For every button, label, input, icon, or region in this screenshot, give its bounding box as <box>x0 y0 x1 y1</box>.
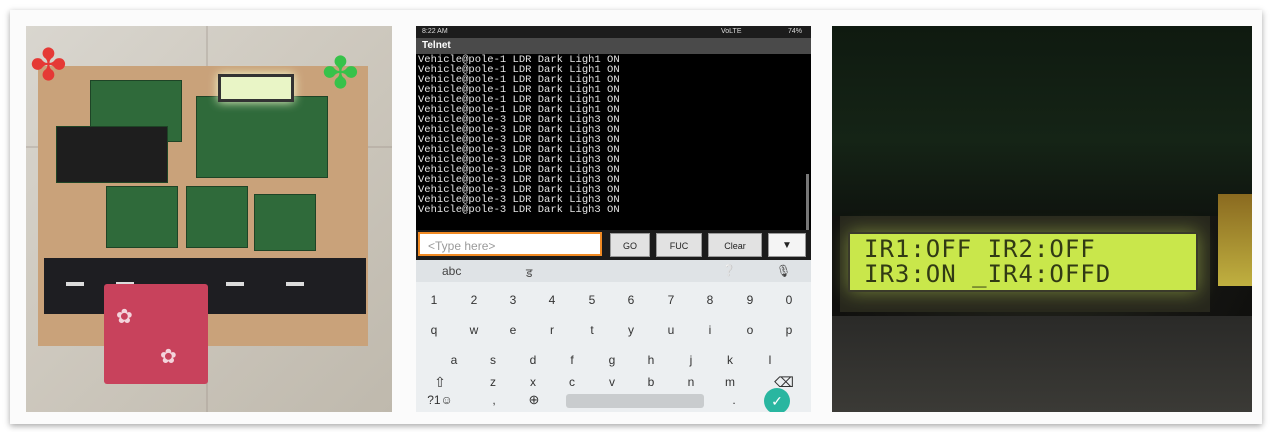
key-q[interactable]: q <box>416 318 452 342</box>
space-key[interactable] <box>566 394 704 408</box>
command-input[interactable]: <Type here> <box>418 232 602 256</box>
key-n[interactable]: n <box>673 370 709 394</box>
help-icon[interactable]: ❔ <box>722 264 736 277</box>
lcd-display: IR1:OFF IR2:OFF IR3:ON _IR4:OFFD <box>848 232 1198 292</box>
key-9[interactable]: 9 <box>732 288 768 312</box>
telnet-console[interactable]: Vehicle@pole-1 LDR Dark Ligh1 ON Vehicle… <box>416 54 811 234</box>
key-6[interactable]: 6 <box>613 288 649 312</box>
road-marking <box>66 282 84 286</box>
key-f[interactable]: f <box>554 348 590 372</box>
key-c[interactable]: c <box>554 370 590 394</box>
globe-icon[interactable]: ⊕ <box>516 388 552 412</box>
key-j[interactable]: j <box>673 348 709 372</box>
chevron-down-icon[interactable]: ▼ <box>768 233 806 257</box>
flower-icon: ✿ <box>116 306 133 328</box>
lcd-line-1: IR1:OFF IR2:OFF <box>864 235 1096 263</box>
key-r[interactable]: r <box>534 318 570 342</box>
app-title: Telnet <box>422 40 451 51</box>
road-marking <box>226 282 244 286</box>
key-y[interactable]: y <box>613 318 649 342</box>
phone-screenshot: 8:22 AM VoLTE 74% Telnet Vehicle@pole-1 … <box>416 26 811 412</box>
symbols-key[interactable]: ?1☺ <box>420 388 460 412</box>
keyboard-suggestion-bar: abc ड ❔ 🎙 <box>416 260 811 282</box>
console-scrollbar[interactable] <box>806 174 809 234</box>
key-i[interactable]: i <box>692 318 728 342</box>
key-u[interactable]: u <box>653 318 689 342</box>
key-8[interactable]: 8 <box>692 288 728 312</box>
status-bar: 8:22 AM VoLTE 74% <box>416 26 811 38</box>
key-0[interactable]: 0 <box>771 288 807 312</box>
key-o[interactable]: o <box>732 318 768 342</box>
controller-board <box>832 26 1252 216</box>
lcd-photo: IR1:OFF IR2:OFF IR3:ON _IR4:OFFD <box>832 26 1252 412</box>
key-l[interactable]: l <box>752 348 788 372</box>
handwriting-key[interactable]: ड <box>526 264 532 281</box>
pcb-board <box>254 194 316 251</box>
fuc-button[interactable]: FUC <box>656 233 702 257</box>
toy-vehicle-box: ✿ ✿ <box>104 284 208 384</box>
board-edge <box>1218 194 1252 286</box>
red-fan-icon: ✤ <box>30 41 67 90</box>
lcd-line-2: IR3:ON _IR4:OFFD <box>864 260 1112 288</box>
key-a[interactable]: a <box>436 348 472 372</box>
key-d[interactable]: d <box>515 348 551 372</box>
key-k[interactable]: k <box>712 348 748 372</box>
key-g[interactable]: g <box>594 348 630 372</box>
key-p[interactable]: p <box>771 318 807 342</box>
pcb-board <box>186 186 248 248</box>
key-2[interactable]: 2 <box>456 288 492 312</box>
comma-key[interactable]: , <box>476 388 512 412</box>
app-titlebar: Telnet <box>416 38 811 54</box>
flower-icon: ✿ <box>160 346 177 368</box>
soft-keyboard: abc ड ❔ 🎙 1 2 3 4 5 6 7 8 9 0 q w e r t … <box>416 260 811 412</box>
checkmark-icon[interactable]: ✓ <box>764 388 790 412</box>
key-4[interactable]: 4 <box>534 288 570 312</box>
microphone-icon[interactable]: 🎙 <box>776 264 791 278</box>
key-7[interactable]: 7 <box>653 288 689 312</box>
battery-pack <box>56 126 168 183</box>
key-3[interactable]: 3 <box>495 288 531 312</box>
status-time: 8:22 AM <box>422 28 448 35</box>
key-h[interactable]: h <box>633 348 669 372</box>
key-t[interactable]: t <box>574 318 610 342</box>
clear-button[interactable]: Clear <box>708 233 762 257</box>
pcb-board <box>106 186 178 248</box>
key-5[interactable]: 5 <box>574 288 610 312</box>
abc-key[interactable]: abc <box>442 264 461 278</box>
road-marking <box>286 282 304 286</box>
green-fan-icon: ✤ <box>322 49 359 98</box>
key-1[interactable]: 1 <box>416 288 452 312</box>
period-key[interactable]: . <box>716 388 752 412</box>
command-input-row: <Type here> GO FUC Clear ▼ <box>416 230 811 260</box>
key-b[interactable]: b <box>633 370 669 394</box>
status-battery: 74% <box>788 28 803 35</box>
console-line: Vehicle@pole-3 LDR Dark Ligh3 ON <box>418 204 620 216</box>
prototype-photo: ✤ ✤ ✿ ✿ <box>26 26 392 412</box>
key-e[interactable]: e <box>495 318 531 342</box>
desk-surface <box>832 316 1252 412</box>
key-s[interactable]: s <box>475 348 511 372</box>
pcb-board <box>196 96 328 178</box>
status-network: VoLTE <box>721 28 742 35</box>
go-button[interactable]: GO <box>610 233 650 257</box>
key-w[interactable]: w <box>456 318 492 342</box>
mini-lcd <box>218 74 294 102</box>
key-v[interactable]: v <box>594 370 630 394</box>
